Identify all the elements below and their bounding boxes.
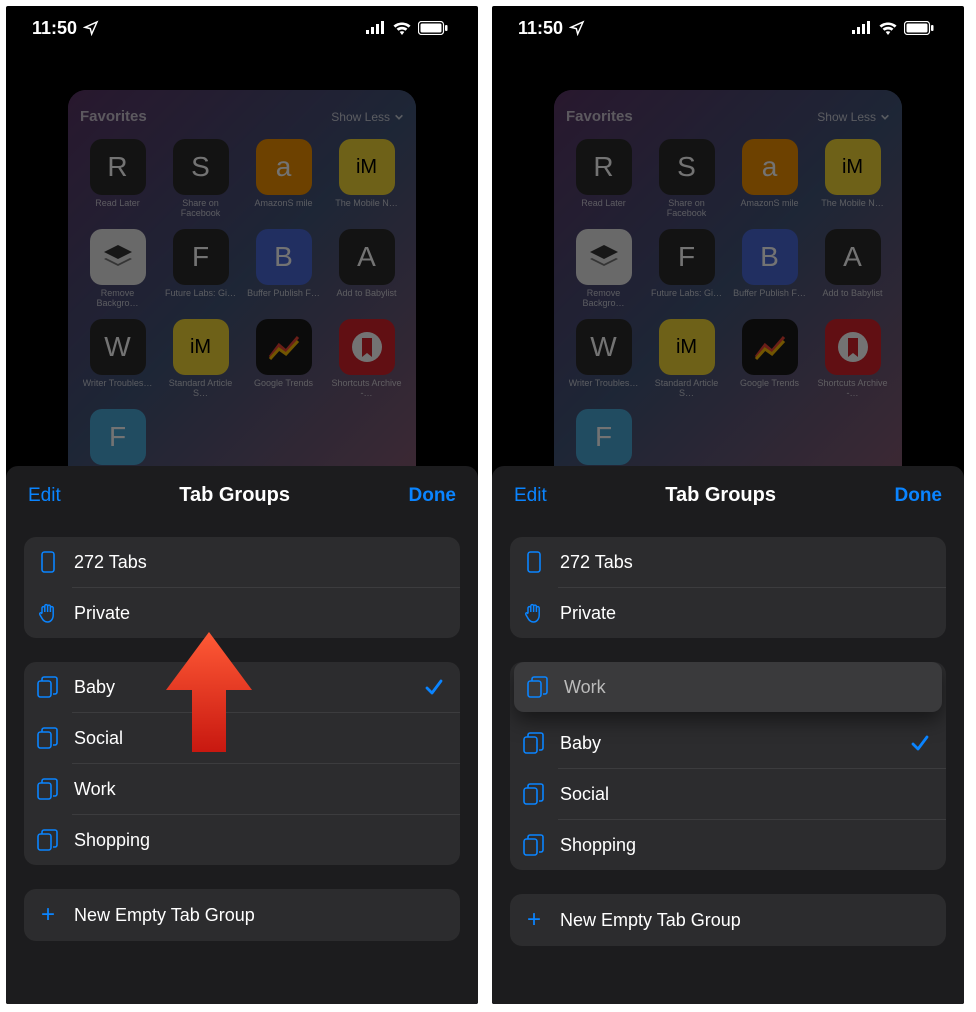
location-icon [569,20,585,36]
new-tab-group-button[interactable]: + New Empty Tab Group [510,894,946,946]
checkmark-icon [910,733,930,753]
tab-group-label: Work [74,779,444,800]
private-row[interactable]: Private [24,588,460,638]
done-button[interactable]: Done [895,485,943,507]
tab-group-icon [36,829,60,851]
tab-overview-thumbnail[interactable]: Favorites Show Less RRead LaterSShare on… [554,90,902,470]
wifi-icon [878,21,898,35]
tab-group-icon [526,676,550,698]
tab-group-label: Shopping [560,835,930,856]
tab-group-label: Baby [560,733,910,754]
sheet-title: Tab Groups [179,484,290,507]
status-time: 11:50 [32,18,77,39]
new-group-block: + New Empty Tab Group [510,894,946,946]
tab-group-row[interactable]: Shopping [510,820,946,870]
tab-group-icon [36,676,60,698]
checkmark-icon [424,677,444,697]
tab-group-label: Work [564,677,926,698]
tab-groups-sheet: Edit Tab Groups Done 272 Tabs Private Ba… [6,466,478,1004]
signal-icon [852,21,872,35]
tab-group-label: Baby [74,677,424,698]
tab-group-icon [522,783,546,805]
sheet-title: Tab Groups [665,484,776,507]
tab-group-icon [36,778,60,800]
tab-groups-sheet: Edit Tab Groups Done 272 Tabs Private [492,466,964,1004]
battery-icon [904,21,934,35]
edit-button[interactable]: Edit [28,485,61,507]
tab-groups-list: Work Baby Social Shopping [510,662,946,870]
new-tab-group-button[interactable]: + New Empty Tab Group [24,889,460,941]
phone-left: 11:50 Favorites Show Less RRead LaterSSh… [6,6,478,1004]
tab-overview-thumbnail[interactable]: Favorites Show Less RRead LaterSShare on… [68,90,416,470]
new-group-block: + New Empty Tab Group [24,889,460,941]
status-time: 11:50 [518,18,563,39]
private-row[interactable]: Private [510,588,946,638]
tab-group-row[interactable]: Baby [510,718,946,768]
signal-icon [366,21,386,35]
dragging-tab-group-row[interactable]: Work [514,662,942,712]
tab-group-row[interactable]: Baby [24,662,460,712]
hand-icon [522,602,546,624]
phone-right: 11:50 Favorites Show Less RRead LaterSSh… [492,6,964,1004]
hand-icon [36,602,60,624]
tab-group-icon [522,732,546,754]
primary-tabs-block: 272 Tabs Private [24,537,460,638]
status-bar: 11:50 [492,6,964,50]
tab-group-label: Shopping [74,830,444,851]
wifi-icon [392,21,412,35]
done-button[interactable]: Done [409,485,457,507]
plus-icon: + [522,908,546,932]
primary-tabs-block: 272 Tabs Private [510,537,946,638]
tab-group-label: Social [560,784,930,805]
tab-group-icon [522,834,546,856]
location-icon [83,20,99,36]
device-icon [522,551,546,573]
plus-icon: + [36,903,60,927]
tab-group-row[interactable]: Social [510,769,946,819]
tab-group-row[interactable]: Shopping [24,815,460,865]
all-tabs-row[interactable]: 272 Tabs [24,537,460,587]
tab-group-label: Social [74,728,444,749]
status-bar: 11:50 [6,6,478,50]
all-tabs-row[interactable]: 272 Tabs [510,537,946,587]
tab-group-row[interactable]: Social [24,713,460,763]
battery-icon [418,21,448,35]
edit-button[interactable]: Edit [514,485,547,507]
tab-group-row[interactable]: Work [24,764,460,814]
device-icon [36,551,60,573]
tab-groups-list: Baby Social Work Shopping [24,662,460,865]
tab-group-icon [36,727,60,749]
